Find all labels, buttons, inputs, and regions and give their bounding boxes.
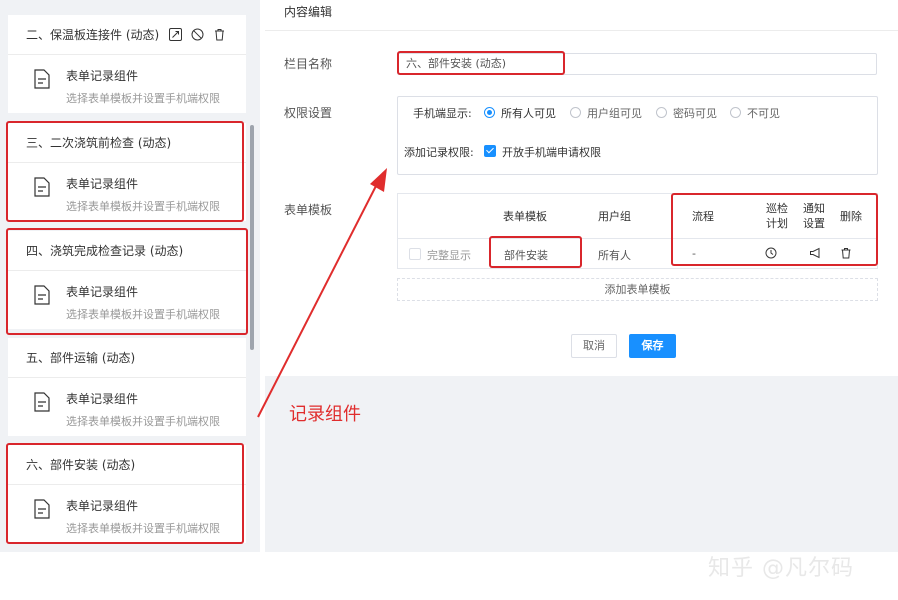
cancel-button[interactable]: 取消 — [571, 334, 617, 358]
td-user-group: 所有人 — [598, 249, 631, 262]
highlight-box — [671, 193, 878, 266]
highlight-box — [6, 121, 244, 222]
section-title: 五、部件运输 (动态) — [26, 351, 136, 365]
th-template: 表单模板 — [503, 210, 547, 223]
form-record-component[interactable]: 表单记录组件 选择表单模板并设置手机端权限 — [8, 378, 246, 436]
radio-all-visible[interactable] — [484, 107, 495, 118]
template-label: 表单模板 — [284, 203, 333, 217]
component-title: 表单记录组件 — [66, 69, 139, 83]
add-template-button[interactable]: 添加表单模板 — [397, 278, 878, 301]
th-user-group: 用户组 — [598, 210, 631, 223]
component-description: 选择表单模板并设置手机端权限 — [66, 415, 220, 428]
section-card[interactable]: 二、保温板连接件 (动态) 表单记录组件 选择表单模板并设置手机端权限 — [8, 15, 246, 113]
section-header: 五、部件运输 (动态) — [8, 338, 246, 378]
radio-group-visible[interactable] — [570, 107, 581, 118]
watermark: 知乎 @凡尔码 — [708, 556, 854, 581]
section-card[interactable]: 五、部件运输 (动态) 表单记录组件 选择表单模板并设置手机端权限 — [8, 338, 246, 436]
highlight-box — [6, 443, 244, 544]
radio-label: 用户组可见 — [587, 107, 642, 120]
full-display-checkbox[interactable] — [409, 248, 421, 260]
radio-password-visible[interactable] — [656, 107, 667, 118]
document-icon — [34, 69, 50, 89]
radio-label: 所有人可见 — [501, 107, 556, 120]
content-title: 内容编辑 — [284, 5, 333, 19]
mobile-display-label: 手机端显示: — [413, 107, 472, 120]
radio-invisible[interactable] — [730, 107, 741, 118]
permission-label: 权限设置 — [284, 106, 333, 120]
add-record-label: 添加记录权限: — [404, 146, 474, 159]
disable-icon[interactable] — [191, 28, 204, 41]
highlight-box — [6, 228, 248, 335]
save-button[interactable]: 保存 — [629, 334, 676, 358]
highlight-box — [397, 51, 565, 75]
section-header: 二、保温板连接件 (动态) — [8, 15, 246, 55]
edit-icon[interactable] — [169, 28, 183, 41]
checkbox-label: 开放手机端申请权限 — [502, 146, 601, 159]
page: 二、保温板连接件 (动态) 表单记录组件 选择表单模板并设置手机端权限 三、二次… — [0, 0, 898, 600]
component-title: 表单记录组件 — [66, 392, 139, 406]
highlight-box — [489, 236, 582, 268]
column-name-label: 栏目名称 — [284, 57, 333, 71]
divider — [265, 30, 898, 31]
open-mobile-apply-checkbox[interactable] — [484, 145, 496, 157]
section-actions — [169, 28, 226, 41]
document-icon — [34, 392, 50, 412]
section-title: 二、保温板连接件 (动态) — [26, 28, 160, 42]
form-record-component[interactable]: 表单记录组件 选择表单模板并设置手机端权限 — [8, 55, 246, 113]
full-display-label: 完整显示 — [427, 249, 471, 262]
annotation-label: 记录组件 — [289, 404, 361, 425]
component-description: 选择表单模板并设置手机端权限 — [66, 92, 220, 105]
radio-label: 密码可见 — [673, 107, 717, 120]
trash-icon[interactable] — [213, 28, 226, 41]
radio-label: 不可见 — [747, 107, 780, 120]
left-panel-scrollbar[interactable] — [250, 125, 254, 350]
